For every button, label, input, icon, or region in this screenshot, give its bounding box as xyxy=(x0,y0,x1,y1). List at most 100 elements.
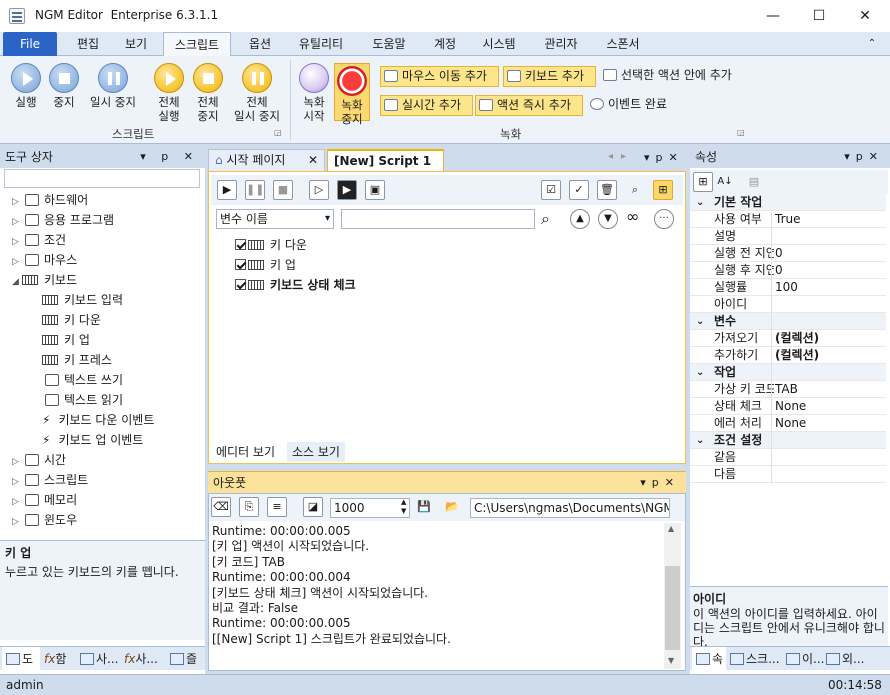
tab-edit[interactable]: 편집 xyxy=(66,32,110,56)
minimize-button[interactable]: — xyxy=(750,0,796,32)
run-from-icon[interactable]: ▶ xyxy=(337,180,357,200)
tab-scroll-icon[interactable]: ◂▸ xyxy=(608,151,634,162)
toolbox-item[interactable]: ▷ 시간 xyxy=(12,450,66,470)
tab-source-view[interactable]: 소스 보기 xyxy=(287,442,345,462)
tab-images[interactable]: 이... xyxy=(782,647,824,671)
tab-file[interactable]: File xyxy=(3,32,57,56)
folder-icon[interactable]: 📂 xyxy=(442,497,462,517)
tab-view[interactable]: 보기 xyxy=(114,32,158,56)
property-value[interactable]: 0 xyxy=(775,262,783,279)
tab-system[interactable]: 시스템 xyxy=(472,32,526,56)
record-start-button[interactable]: 녹화 시작 xyxy=(297,63,331,123)
stop-all-button[interactable]: 전체 중지 xyxy=(191,63,225,123)
tab-functions[interactable]: fx함 xyxy=(40,647,76,671)
variable-search-input[interactable] xyxy=(341,209,535,229)
toolbox-item[interactable]: ▷ 하드웨어 xyxy=(12,190,88,210)
script-item[interactable]: 키보드 상태 체크 xyxy=(235,275,356,295)
property-category[interactable]: ⌄ 기본 작업 xyxy=(690,194,886,211)
expand-icon[interactable]: ◢ xyxy=(12,272,22,292)
panel-controls-icon[interactable]: ▾ 𝗉 ✕ xyxy=(140,146,199,168)
record-stop-button[interactable]: 녹화 중지 xyxy=(334,63,370,126)
run-selected-icon[interactable]: ▣ xyxy=(365,180,385,200)
toolbox-item[interactable]: 키 다운 xyxy=(42,310,101,330)
script-item[interactable]: 키 다운 xyxy=(235,235,307,255)
tab-editor-view[interactable]: 에디터 보기 xyxy=(211,442,281,462)
checkbox-icon[interactable] xyxy=(235,239,246,250)
toolbox-item[interactable]: ▷ 마우스 xyxy=(12,250,77,270)
scroll-up-icon[interactable]: ▲ xyxy=(668,524,674,533)
checkbox-icon[interactable] xyxy=(235,259,246,270)
stop-icon[interactable]: ■ xyxy=(273,180,293,200)
step-icon[interactable]: ▷ xyxy=(309,180,329,200)
expand-icon[interactable]: ▷ xyxy=(12,472,22,492)
check-icon[interactable]: ✓ xyxy=(569,180,589,200)
toolbox-item[interactable]: ▷ 응용 프로그램 xyxy=(12,210,114,230)
toolbox-item[interactable]: ▷ 조건 xyxy=(12,230,66,250)
tab-user-2[interactable]: fx사... xyxy=(120,647,166,671)
panel-controls-icon[interactable]: ▾𝗉✕ xyxy=(640,472,680,494)
variable-select[interactable]: 변수 이름 xyxy=(216,209,334,229)
property-row[interactable]: 설명 xyxy=(690,228,886,245)
more-icon[interactable]: ··· xyxy=(654,209,674,229)
tab-scripts[interactable]: 스크... xyxy=(726,647,782,671)
tab-account[interactable]: 계정 xyxy=(423,32,467,56)
tab-script-1[interactable]: [New] Script 1 ✕ xyxy=(327,149,444,188)
tab-external[interactable]: 외... xyxy=(822,647,888,671)
pause-all-button[interactable]: 전체 일시 중지 xyxy=(230,63,284,123)
property-category[interactable]: ⌄ 조건 설정 xyxy=(690,432,886,449)
property-row[interactable]: 아이디 xyxy=(690,296,886,313)
toolbox-item[interactable]: ▷ 스크립트 xyxy=(12,470,88,490)
property-value[interactable]: None xyxy=(775,398,806,415)
toolbox-item[interactable]: 키 프레스 xyxy=(42,350,112,370)
categorized-icon[interactable]: ⊞ xyxy=(693,172,713,192)
property-value[interactable]: True xyxy=(775,211,801,228)
property-row[interactable]: 실행 후 지연 0 xyxy=(690,262,886,279)
toolbox-item[interactable]: 키 업 xyxy=(42,330,90,350)
add-keyboard-button[interactable]: 키보드 추가 xyxy=(503,66,596,87)
collapse-icon[interactable]: ⌄ xyxy=(696,432,704,449)
property-category[interactable]: ⌄ 작업 xyxy=(690,364,886,381)
pause-button[interactable]: 일시 중지 xyxy=(86,63,140,109)
property-row[interactable]: 상태 체크 None xyxy=(690,398,886,415)
export-icon[interactable]: ⎘ xyxy=(239,497,259,517)
expand-icon[interactable]: ▷ xyxy=(12,252,22,272)
delete-icon[interactable]: 🗑 xyxy=(597,180,617,200)
tab-favorites[interactable]: 즐 xyxy=(166,647,204,671)
property-value[interactable]: TAB xyxy=(775,381,798,398)
stop-button[interactable]: 중지 xyxy=(48,63,80,109)
toolbox-search-input[interactable] xyxy=(4,169,200,188)
panel-controls-icon[interactable]: ▾𝗉✕ xyxy=(644,151,684,164)
toolbox-item[interactable]: ⚡ 키보드 업 이벤트 xyxy=(42,430,143,450)
toolbox-item[interactable]: ▷ 윈도우 xyxy=(12,510,77,530)
property-value[interactable]: (컬렉션) xyxy=(775,330,819,347)
run-all-button[interactable]: 전체 실행 xyxy=(152,63,186,123)
play-icon[interactable]: ▶ xyxy=(217,180,237,200)
tab-properties[interactable]: 속 xyxy=(692,647,726,671)
log-scrollbar-thumb[interactable] xyxy=(665,566,680,650)
eraser-icon[interactable]: ◪ xyxy=(303,497,323,517)
panel-controls-icon[interactable]: ▾𝗉✕ xyxy=(844,146,884,168)
expand-icon[interactable]: ▷ xyxy=(12,232,22,252)
dialog-launcher-icon[interactable]: ◲ xyxy=(737,128,745,137)
property-value[interactable]: None xyxy=(775,415,806,432)
tab-help[interactable]: 도움말 xyxy=(362,32,416,56)
toolbox-item[interactable]: 키보드 입력 xyxy=(42,290,123,310)
collapse-ribbon-icon[interactable]: ⌃ xyxy=(862,32,882,56)
property-row[interactable]: 추가하기 (컬렉션) xyxy=(690,347,886,364)
toolbox-item[interactable]: 텍스트 읽기 xyxy=(42,390,123,410)
collapse-icon[interactable]: ⌄ xyxy=(696,313,704,330)
tab-sponsor[interactable]: 스폰서 xyxy=(596,32,650,56)
expand-icon[interactable]: ▷ xyxy=(12,452,22,472)
property-value[interactable]: 100 xyxy=(775,279,798,296)
script-item[interactable]: 키 업 xyxy=(235,255,296,275)
tab-start-page[interactable]: ⌂ 시작 페이지 ✕ xyxy=(208,149,325,171)
tree-view-icon[interactable]: ⊞ xyxy=(653,180,673,200)
search-icon[interactable]: ⌕ xyxy=(541,209,550,229)
property-value[interactable]: (컬렉션) xyxy=(775,347,819,364)
property-row[interactable]: 다름 xyxy=(690,466,886,483)
move-down-icon[interactable]: ▼ xyxy=(598,209,618,229)
property-row[interactable]: 같음 xyxy=(690,449,886,466)
property-row[interactable]: 가져오기 (컬렉션) xyxy=(690,330,886,347)
property-row[interactable]: 사용 여부 True xyxy=(690,211,886,228)
property-value[interactable]: 0 xyxy=(775,245,783,262)
